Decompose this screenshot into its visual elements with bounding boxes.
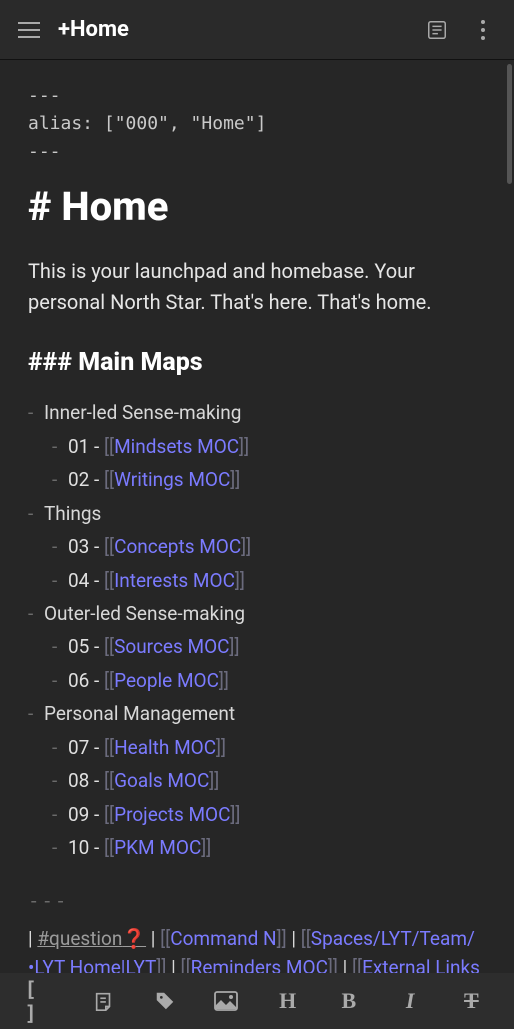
brackets-button[interactable]: [ ]	[25, 983, 61, 1019]
footer-links: | #question❓ | [[Command N]] | [[Spaces/…	[28, 924, 486, 973]
tag-button[interactable]	[147, 983, 183, 1019]
wiki-link[interactable]: People MOC	[114, 669, 219, 692]
frontmatter-open: ---	[28, 82, 486, 110]
link-command-n[interactable]: Command N	[170, 927, 276, 950]
list-item: - 06 - [[People MOC]]	[28, 666, 486, 695]
wiki-link[interactable]: PKM MOC	[114, 836, 201, 859]
outline-icon[interactable]	[424, 17, 450, 43]
frontmatter-close: ---	[28, 138, 486, 166]
wiki-link[interactable]: Projects MOC	[114, 803, 230, 826]
section-header: - Inner-led Sense-making	[28, 398, 486, 427]
wiki-link[interactable]: Health MOC	[114, 736, 216, 759]
italic-button[interactable]: I	[392, 983, 428, 1019]
image-button[interactable]	[208, 983, 244, 1019]
list-item: - 03 - [[Concepts MOC]]	[28, 532, 486, 561]
list-item: - 09 - [[Projects MOC]]	[28, 800, 486, 829]
page-title: +Home	[58, 17, 404, 42]
section-header: - Personal Management	[28, 699, 486, 728]
note-button[interactable]	[86, 983, 122, 1019]
wiki-link[interactable]: Writings MOC	[114, 468, 230, 491]
editor-content[interactable]: --- alias: ["000", "Home"] --- # Home Th…	[0, 60, 514, 973]
list-item: - 02 - [[Writings MOC]]	[28, 465, 486, 494]
link-reminders[interactable]: Reminders MOC	[191, 956, 328, 973]
intro-text: This is your launchpad and homebase. You…	[28, 256, 486, 318]
more-icon[interactable]	[470, 17, 496, 43]
editor-toolbar: [ ] H B I T	[0, 973, 514, 1029]
frontmatter-alias: alias: ["000", "Home"]	[28, 110, 486, 138]
wiki-link[interactable]: Mindsets MOC	[114, 435, 239, 458]
heading-3: ### Main Maps	[28, 344, 486, 383]
scrollbar[interactable]	[507, 64, 512, 184]
heading-button[interactable]: H	[270, 983, 306, 1019]
wiki-link[interactable]: Concepts MOC	[114, 535, 241, 558]
app-header: +Home	[0, 0, 514, 60]
bold-button[interactable]: B	[331, 983, 367, 1019]
strikethrough-button[interactable]: T	[453, 983, 489, 1019]
list-item: - 05 - [[Sources MOC]]	[28, 632, 486, 661]
list-item: - 07 - [[Health MOC]]	[28, 733, 486, 762]
list-item: - 04 - [[Interests MOC]]	[28, 566, 486, 595]
wiki-link[interactable]: Interests MOC	[114, 569, 235, 592]
section-header: - Things	[28, 499, 486, 528]
hr: ---	[28, 887, 486, 916]
question-tag[interactable]: #question❓	[37, 927, 146, 950]
link-external[interactable]: External Links	[362, 956, 480, 973]
wiki-link[interactable]: Goals MOC	[114, 769, 209, 792]
section-header: - Outer-led Sense-making	[28, 599, 486, 628]
hamburger-icon[interactable]	[18, 22, 40, 38]
heading-1: # Home	[28, 176, 486, 238]
list-item: - 10 - [[PKM MOC]]	[28, 833, 486, 862]
wiki-link[interactable]: Sources MOC	[114, 635, 229, 658]
list-item: - 08 - [[Goals MOC]]	[28, 766, 486, 795]
list-item: - 01 - [[Mindsets MOC]]	[28, 432, 486, 461]
